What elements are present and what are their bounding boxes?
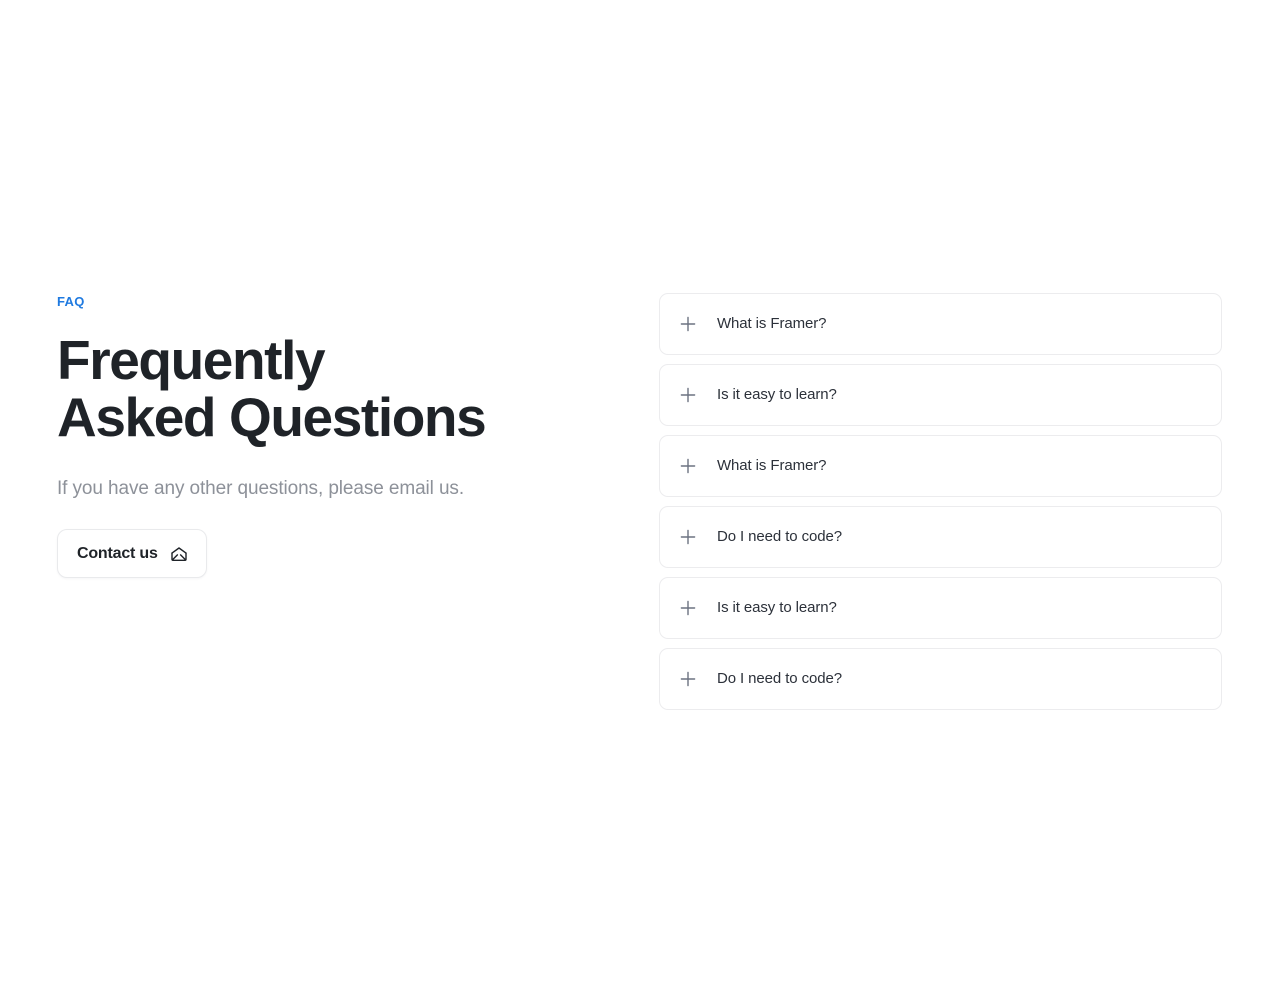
accordion-question-label: Is it easy to learn? xyxy=(717,386,837,403)
accordion-question-label: What is Framer? xyxy=(717,315,827,332)
accordion-item[interactable]: What is Framer? xyxy=(659,435,1222,497)
accordion-item[interactable]: Do I need to code? xyxy=(659,648,1222,710)
accordion-question-label: Do I need to code? xyxy=(717,670,842,687)
accordion-item[interactable]: Is it easy to learn? xyxy=(659,577,1222,639)
faq-accordion-list: What is Framer? Is it easy to learn? Wha… xyxy=(659,293,1222,710)
page-title: Frequently Asked Questions xyxy=(57,329,487,448)
faq-eyebrow-label: FAQ xyxy=(57,294,85,309)
plus-icon[interactable] xyxy=(676,667,700,691)
accordion-item[interactable]: Do I need to code? xyxy=(659,506,1222,568)
accordion-question-label: Do I need to code? xyxy=(717,528,842,545)
plus-icon[interactable] xyxy=(676,525,700,549)
contact-us-button-label: Contact us xyxy=(77,544,158,562)
plus-icon[interactable] xyxy=(676,454,700,478)
faq-subtitle: If you have any other questions, please … xyxy=(57,478,465,500)
open-envelope-icon xyxy=(170,545,188,563)
accordion-item[interactable]: What is Framer? xyxy=(659,293,1222,355)
plus-icon[interactable] xyxy=(676,383,700,407)
faq-section: FAQ Frequently Asked Questions If you ha… xyxy=(0,0,1280,1000)
plus-icon[interactable] xyxy=(676,312,700,336)
accordion-question-label: What is Framer? xyxy=(717,457,827,474)
accordion-item[interactable]: Is it easy to learn? xyxy=(659,364,1222,426)
accordion-question-label: Is it easy to learn? xyxy=(717,599,837,616)
faq-intro-column: FAQ Frequently Asked Questions If you ha… xyxy=(57,292,597,579)
plus-icon[interactable] xyxy=(676,596,700,620)
contact-us-button[interactable]: Contact us xyxy=(57,529,207,579)
